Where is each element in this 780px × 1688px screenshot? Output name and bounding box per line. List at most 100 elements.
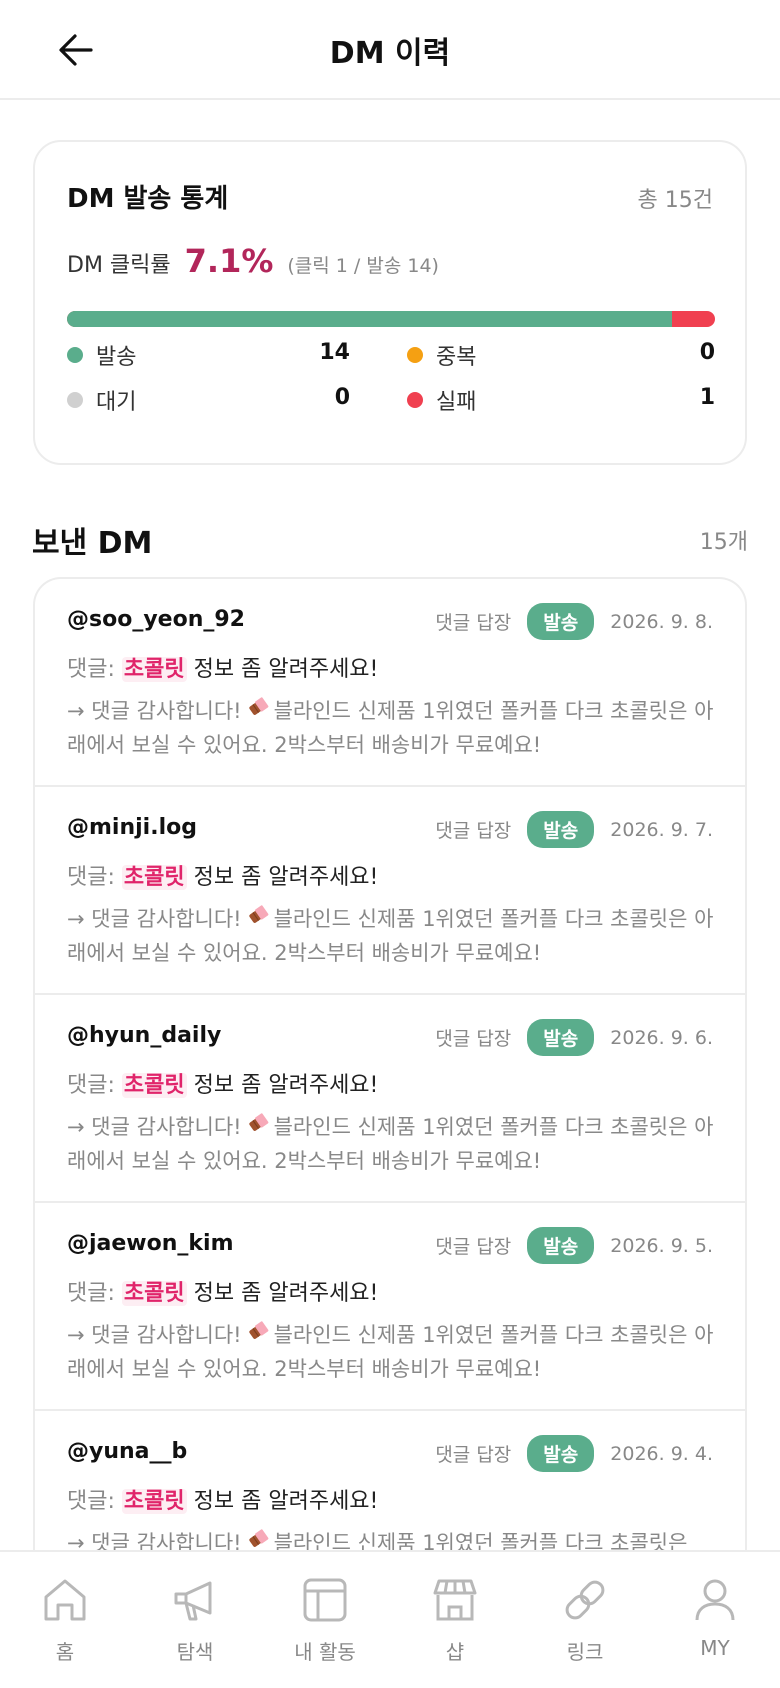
status-badge: 발송 — [527, 811, 595, 848]
list-item[interactable]: @hyun_daily 댓글 답장 발송 2026. 9. 6. 댓글: 초콜릿… — [35, 995, 745, 1203]
comment-text: 정보 좀 알려주세요! — [193, 865, 379, 890]
bottom-nav: 홈 탐색 내 활동 샵 링크 MY — [0, 1550, 780, 1688]
nav-item-my[interactable]: MY — [650, 1552, 780, 1688]
failed-dot-icon — [407, 392, 423, 408]
dm-username: @yuna__b — [67, 1439, 188, 1464]
comment-text: 정보 좀 알려주세요! — [193, 1281, 379, 1306]
legend-sent: 발송 — [67, 340, 136, 370]
dm-comment: 댓글: 초콜릿 정보 좀 알려주세요! — [67, 1067, 378, 1099]
dm-type: 댓글 답장 — [435, 1028, 512, 1050]
list-item[interactable]: @jaewon_kim 댓글 답장 발송 2026. 9. 5. 댓글: 초콜릿… — [35, 1203, 745, 1411]
nav-label-activity: 내 활동 — [294, 1640, 356, 1664]
chocolate-icon — [246, 903, 270, 937]
dm-date: 2026. 9. 7. — [610, 818, 713, 841]
comment-keyword: 초콜릿 — [121, 1281, 187, 1306]
comment-keyword: 초콜릿 — [121, 1073, 187, 1098]
dm-meta: 댓글 답장 발송 2026. 9. 4. — [435, 1435, 713, 1472]
click-rate-value: 7.1% — [184, 242, 274, 280]
link-icon — [559, 1574, 611, 1626]
dm-date: 2026. 9. 4. — [610, 1442, 713, 1465]
comment-keyword: 초콜릿 — [121, 657, 187, 682]
legend-sent-value: 14 — [319, 340, 350, 365]
legend-failed-label: 실패 — [436, 390, 477, 415]
legend-duplicate: 중복 — [407, 340, 476, 370]
nav-item-explore[interactable]: 탐색 — [130, 1552, 260, 1688]
duplicate-dot-icon — [407, 347, 423, 363]
status-badge: 발송 — [527, 1019, 595, 1056]
reply-start: → 댓글 감사합니다! — [67, 1323, 242, 1347]
dm-username: @jaewon_kim — [67, 1231, 234, 1256]
comment-text: 정보 좀 알려주세요! — [193, 1073, 379, 1098]
nav-label-explore: 탐색 — [176, 1640, 214, 1664]
dm-reply-text: → 댓글 감사합니다! 블라인드 신제품 1위였던 폴커플 다크 초콜릿은 아래에… — [67, 903, 722, 970]
dm-reply-text: → 댓글 감사합니다! 블라인드 신제품 1위였던 폴커플 다크 초콜릿은 아래에… — [67, 1319, 722, 1386]
click-rate-row: DM 클릭률 7.1% (클릭 1 / 발송 14) — [67, 242, 439, 280]
comment-prefix: 댓글: — [67, 865, 115, 890]
comment-prefix: 댓글: — [67, 1073, 115, 1098]
user-icon — [689, 1574, 741, 1626]
waiting-dot-icon — [67, 392, 83, 408]
dm-reply-text: → 댓글 감사합니다! 블라인드 신제품 1위였던 폴커플 다크 초콜릿은 아래에… — [67, 1111, 722, 1178]
click-rate-detail: (클릭 1 / 발송 14) — [287, 255, 439, 277]
legend-waiting: 대기 — [67, 385, 136, 415]
dm-list: @soo_yeon_92 댓글 답장 발송 2026. 9. 8. 댓글: 초콜… — [33, 577, 747, 1637]
dm-type: 댓글 답장 — [435, 1236, 512, 1258]
status-badge: 발송 — [527, 603, 595, 640]
dm-meta: 댓글 답장 발송 2026. 9. 6. — [435, 1019, 713, 1056]
dm-type: 댓글 답장 — [435, 1444, 512, 1466]
nav-label-home: 홈 — [55, 1640, 75, 1664]
home-icon — [39, 1574, 91, 1626]
legend-waiting-value: 0 — [334, 385, 350, 410]
nav-label-shop: 샵 — [445, 1640, 465, 1664]
dm-username: @soo_yeon_92 — [67, 607, 245, 632]
dm-meta: 댓글 답장 발송 2026. 9. 8. — [435, 603, 713, 640]
dm-comment: 댓글: 초콜릿 정보 좀 알려주세요! — [67, 651, 378, 683]
dm-comment: 댓글: 초콜릿 정보 좀 알려주세요! — [67, 1483, 378, 1515]
dm-date: 2026. 9. 6. — [610, 1026, 713, 1049]
chocolate-icon — [246, 1111, 270, 1145]
nav-item-activity[interactable]: 내 활동 — [260, 1552, 390, 1688]
legend-sent-label: 발송 — [96, 345, 137, 370]
reply-start: → 댓글 감사합니다! — [67, 1115, 242, 1139]
dm-type: 댓글 답장 — [435, 612, 512, 634]
sent-dm-count: 15개 — [699, 530, 748, 555]
comment-text: 정보 좀 알려주세요! — [193, 657, 379, 682]
comment-prefix: 댓글: — [67, 1489, 115, 1514]
stats-title: DM 발송 통계 — [67, 184, 229, 214]
app-header: DM 이력 — [0, 0, 780, 100]
nav-item-shop[interactable]: 샵 — [390, 1552, 520, 1688]
list-item[interactable]: @minji.log 댓글 답장 발송 2026. 9. 7. 댓글: 초콜릿 … — [35, 787, 745, 995]
sent-dm-section-title: 보낸 DM — [32, 526, 153, 561]
legend-duplicate-value: 0 — [699, 340, 715, 365]
dm-username: @minji.log — [67, 815, 197, 840]
dm-meta: 댓글 답장 발송 2026. 9. 7. — [435, 811, 713, 848]
nav-label-my: MY — [700, 1636, 730, 1660]
status-badge: 발송 — [527, 1227, 595, 1264]
dm-meta: 댓글 답장 발송 2026. 9. 5. — [435, 1227, 713, 1264]
dm-username: @hyun_daily — [67, 1023, 222, 1048]
comment-keyword: 초콜릿 — [121, 865, 187, 890]
chocolate-icon — [246, 1319, 270, 1353]
legend-failed: 실패 — [407, 385, 476, 415]
reply-start: → 댓글 감사합니다! — [67, 907, 242, 931]
nav-item-link[interactable]: 링크 — [520, 1552, 650, 1688]
legend-failed-value: 1 — [699, 385, 715, 410]
nav-item-home[interactable]: 홈 — [0, 1552, 130, 1688]
click-rate-label: DM 클릭률 — [67, 253, 171, 278]
nav-label-link: 링크 — [566, 1640, 604, 1664]
sent-dot-icon — [67, 347, 83, 363]
dm-reply-text: → 댓글 감사합니다! 블라인드 신제품 1위였던 폴커플 다크 초콜릿은 아래에… — [67, 695, 722, 762]
dm-stats-card: DM 발송 통계 총 15건 DM 클릭률 7.1% (클릭 1 / 발송 14… — [33, 140, 747, 465]
list-item[interactable]: @soo_yeon_92 댓글 답장 발송 2026. 9. 8. 댓글: 초콜… — [35, 579, 745, 787]
store-icon — [429, 1574, 481, 1626]
layout-icon — [299, 1574, 351, 1626]
progress-sent-segment — [67, 311, 672, 327]
megaphone-icon — [169, 1574, 221, 1626]
status-badge: 발송 — [527, 1435, 595, 1472]
comment-text: 정보 좀 알려주세요! — [193, 1489, 379, 1514]
dm-date: 2026. 9. 5. — [610, 1234, 713, 1257]
chocolate-icon — [246, 695, 270, 729]
legend-waiting-label: 대기 — [96, 390, 137, 415]
reply-start: → 댓글 감사합니다! — [67, 699, 242, 723]
dm-type: 댓글 답장 — [435, 820, 512, 842]
